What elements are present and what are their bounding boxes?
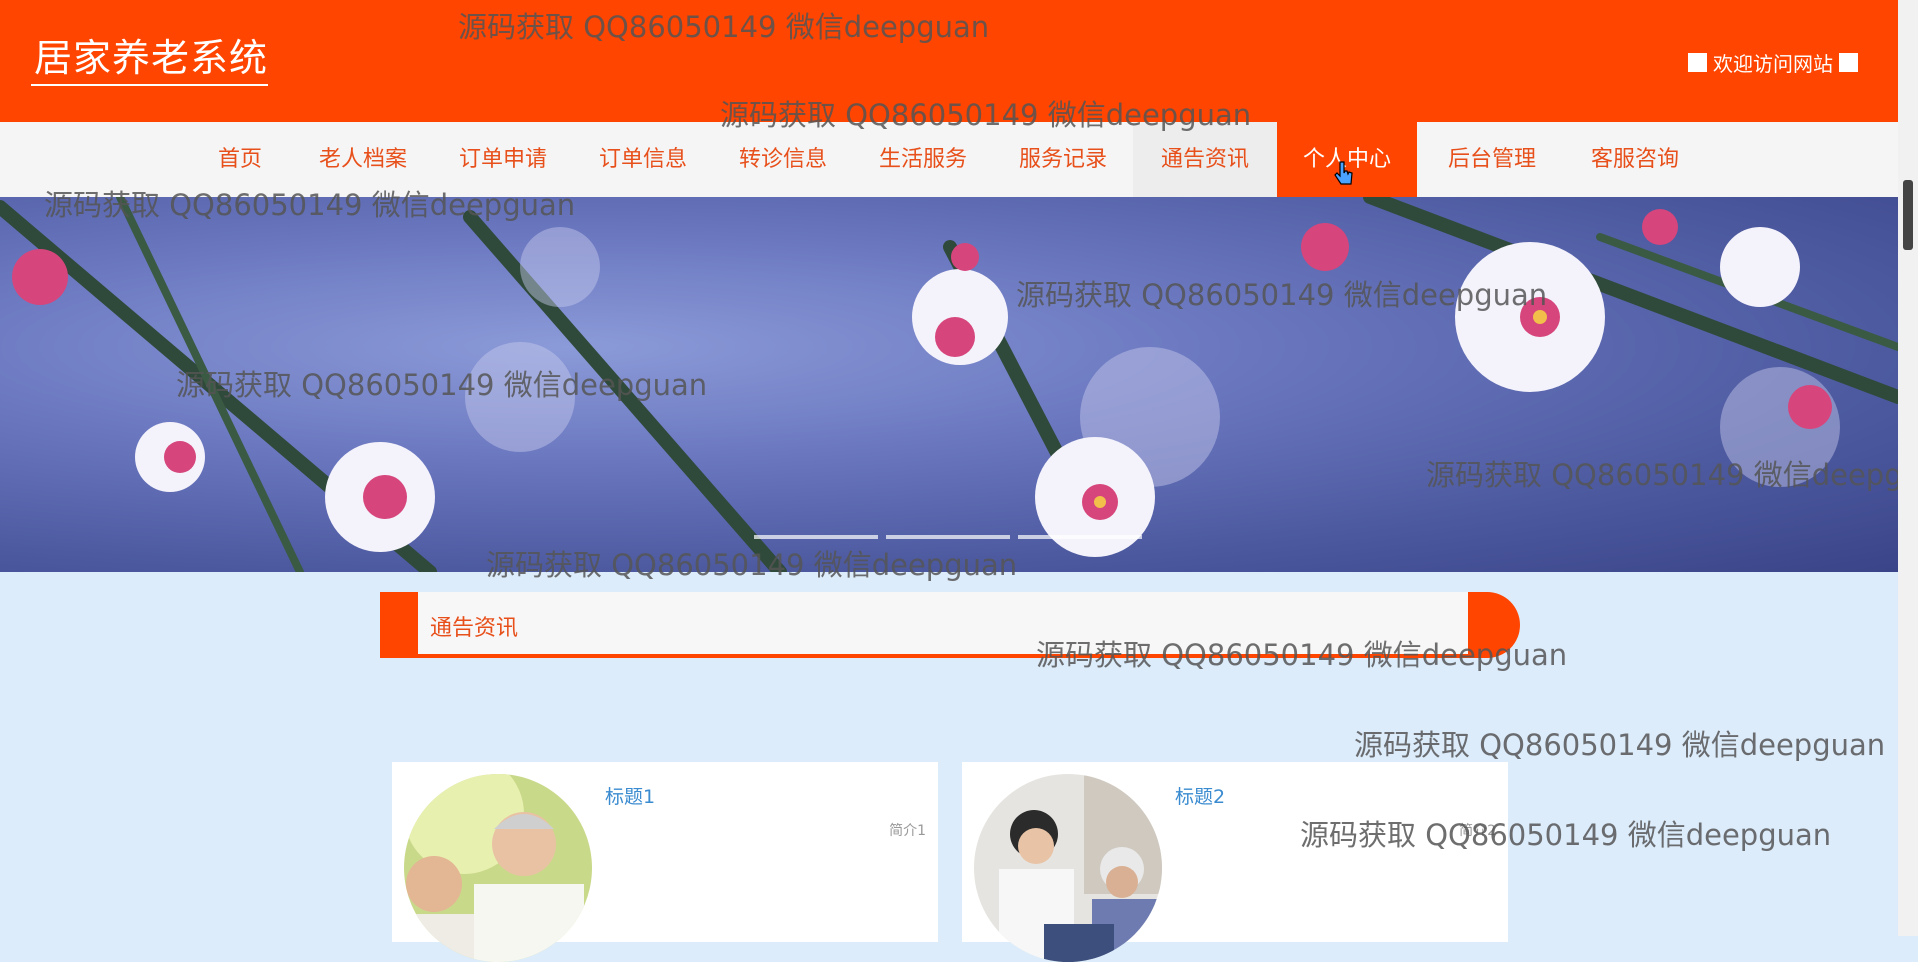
nav-item-admin[interactable]: 后台管理 <box>1437 122 1547 197</box>
carousel-dot-1[interactable] <box>754 535 878 539</box>
square-icon <box>1688 53 1707 72</box>
carousel-indicators <box>754 535 1142 539</box>
card-title[interactable]: 标题2 <box>1175 782 1225 809</box>
square-icon <box>1839 53 1858 72</box>
site-title[interactable]: 居家养老系统 <box>34 34 268 82</box>
scrollbar-thumb[interactable] <box>1903 180 1913 250</box>
section-title: 通告资讯 <box>430 616 519 641</box>
nav-item-elder-files[interactable]: 老人档案 <box>308 122 418 197</box>
banner-carousel[interactable] <box>0 197 1898 572</box>
section-bar-right <box>1468 592 1520 658</box>
card-image <box>974 774 1162 962</box>
nav-item-life-service[interactable]: 生活服务 <box>868 122 978 197</box>
watermark-text: 源码获取 QQ86050149 微信deepguan <box>1354 728 1886 762</box>
nav-item-order-info[interactable]: 订单信息 <box>588 122 698 197</box>
nav-item-order-apply[interactable]: 订单申请 <box>448 122 558 197</box>
section-bar-left <box>380 592 418 658</box>
nav-item-home[interactable]: 首页 <box>205 122 275 197</box>
news-card[interactable]: 标题2 简介2 <box>962 762 1508 962</box>
card-title[interactable]: 标题1 <box>605 782 655 809</box>
site-header: 居家养老系统 欢迎访问网站 <box>0 0 1898 122</box>
page-scrollbar[interactable] <box>1898 0 1918 936</box>
card-intro: 简介2 <box>1459 823 1496 839</box>
nav-item-referral-info[interactable]: 转诊信息 <box>728 122 838 197</box>
title-underline <box>31 84 268 86</box>
nav-item-notices[interactable]: 通告资讯 <box>1133 122 1277 197</box>
card-image <box>404 774 592 962</box>
carousel-dot-2[interactable] <box>886 535 1010 539</box>
news-card[interactable]: 标题1 简介1 <box>392 762 938 962</box>
welcome-area: 欢迎访问网站 <box>1688 48 1858 77</box>
section-bar-body <box>418 592 1468 658</box>
carousel-dot-3[interactable] <box>1018 535 1142 539</box>
card-intro: 简介1 <box>889 823 926 839</box>
hand-cursor-icon <box>1334 161 1353 185</box>
welcome-text: 欢迎访问网站 <box>1713 52 1833 76</box>
nav-item-customer-service[interactable]: 客服咨询 <box>1580 122 1690 197</box>
nav-item-service-records[interactable]: 服务记录 <box>1008 122 1118 197</box>
section-header: 通告资讯 <box>380 592 1520 658</box>
plum-blossom-image <box>0 197 1898 572</box>
main-nav: 首页 老人档案 订单申请 订单信息 转诊信息 生活服务 服务记录 通告资讯 个人… <box>0 122 1898 197</box>
